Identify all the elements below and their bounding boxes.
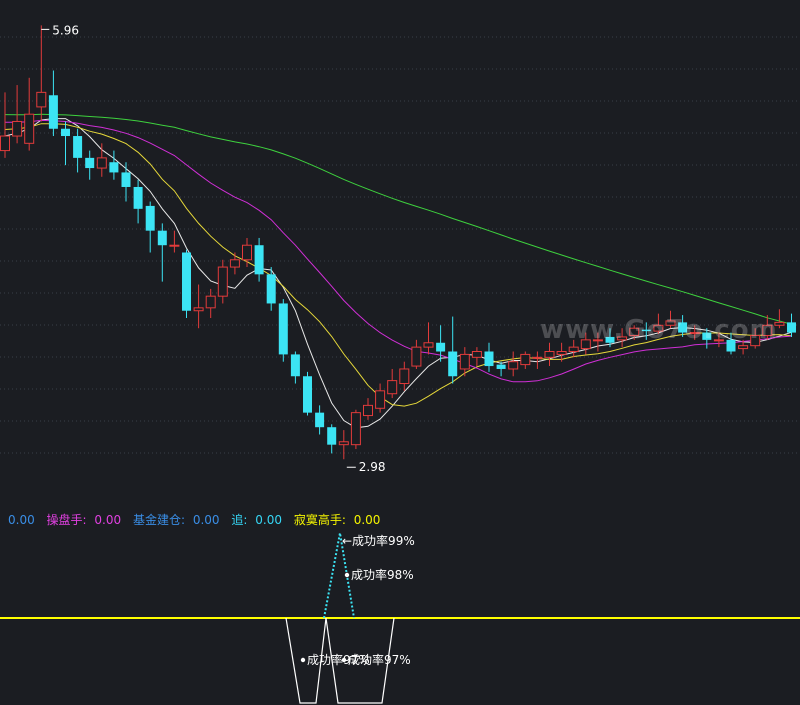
candle-body — [496, 364, 506, 369]
candle-body — [290, 354, 300, 377]
candle-body — [327, 427, 337, 445]
candle-body — [254, 245, 264, 275]
candle-body — [12, 120, 23, 137]
candle-body — [157, 230, 167, 246]
signal-dot — [300, 657, 306, 663]
candle-body — [0, 135, 10, 152]
candle-body — [520, 353, 531, 366]
low-price-label: 2.98 — [359, 460, 386, 474]
candle-body — [459, 353, 470, 370]
candle-body — [436, 342, 446, 352]
legend-item-2: 基金建仓: 0.00 — [132, 513, 220, 527]
candle-body — [363, 404, 373, 417]
candle-body — [278, 303, 288, 355]
candle-body — [205, 295, 216, 309]
candle-body — [121, 172, 131, 187]
candle-body — [96, 157, 107, 169]
candle-body — [315, 412, 325, 428]
candle-body — [61, 128, 70, 137]
candle-body — [169, 244, 180, 247]
candle-body — [73, 136, 83, 158]
candle-body — [229, 259, 240, 268]
candle-body — [471, 351, 482, 358]
candle-body — [303, 376, 312, 413]
high-price-label: 5.96 — [52, 23, 79, 37]
candle-body — [266, 274, 276, 304]
candle-body — [787, 322, 796, 333]
candle-body — [36, 91, 47, 108]
candle-body — [193, 307, 204, 312]
candle-body — [338, 441, 349, 446]
candle-body — [85, 157, 95, 169]
candle-body — [399, 368, 410, 385]
candle-body — [448, 351, 458, 377]
watermark: www.Go7o.com — [540, 315, 778, 345]
candle-body — [738, 345, 749, 350]
legend-item-3: 追: 0.00 — [231, 513, 282, 527]
candle-body — [568, 346, 579, 353]
candle-body — [411, 346, 422, 367]
candle-body — [532, 356, 543, 359]
candle-body — [217, 266, 228, 297]
candle-body — [24, 113, 35, 144]
signal-dot — [341, 657, 347, 663]
stock-chart: 5.962.98 ←成功率99%成功率98%成功率97%成功率97% — [0, 0, 800, 705]
candle-body — [423, 342, 434, 348]
candle-body — [375, 390, 386, 409]
candle-body — [544, 351, 555, 358]
legend-item-1: 操盘手: 0.00 — [46, 513, 122, 527]
indicator-legend: 0.00 操盘手: 0.00 基金建仓: 0.00 追: 0.00 寂寞高手: … — [4, 511, 388, 528]
candle-body — [48, 95, 58, 129]
candle-body — [145, 205, 155, 231]
legend-item-0: 0.00 — [8, 513, 35, 527]
signal-label-99: ←成功率99% — [342, 533, 415, 548]
candle-body — [484, 351, 494, 367]
candle-body — [508, 361, 519, 370]
legend-item-4: 寂寞高手: 0.00 — [293, 513, 381, 527]
signal-dot — [344, 572, 350, 578]
candle-body — [387, 380, 398, 395]
candle-body — [109, 162, 119, 173]
candle-body — [350, 412, 361, 446]
candle-body — [182, 252, 191, 311]
signal-label-98: 成功率98% — [351, 567, 414, 582]
candle-body — [133, 186, 143, 209]
candle-body — [242, 244, 252, 261]
candle-body — [556, 351, 567, 355]
signal-label-97b: 成功率97% — [348, 652, 411, 667]
